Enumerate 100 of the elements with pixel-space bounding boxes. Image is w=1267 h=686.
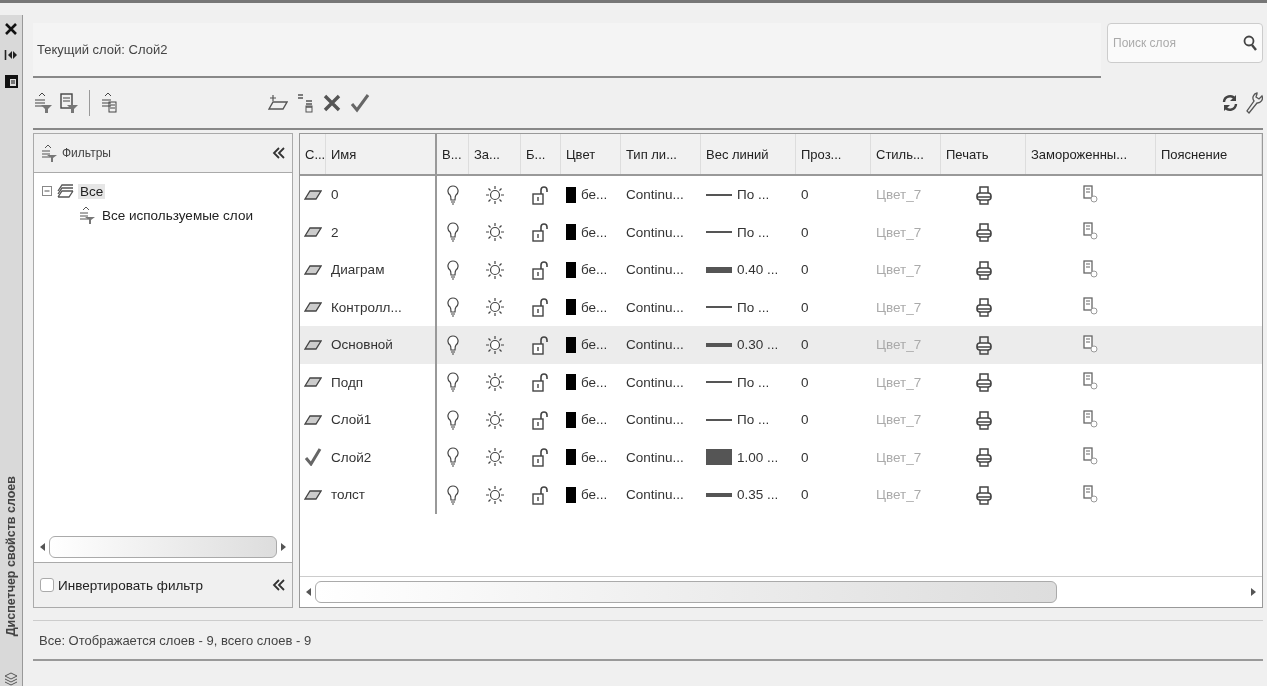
color-swatch[interactable] — [566, 224, 576, 241]
column-header[interactable]: Пояснение — [1156, 134, 1262, 174]
linetype-name[interactable]: Continu... — [621, 326, 701, 364]
collapse-toggle-icon[interactable] — [42, 186, 52, 196]
checkmark-icon[interactable] — [350, 93, 370, 113]
collapse-icon[interactable] — [272, 146, 286, 160]
sheet-sun-icon[interactable] — [1083, 447, 1099, 468]
parallelogram-icon[interactable] — [304, 377, 322, 388]
checkmark-icon[interactable] — [304, 448, 322, 467]
printer-icon[interactable] — [975, 447, 992, 468]
linetype-name[interactable]: Continu... — [621, 251, 701, 289]
color-swatch[interactable] — [566, 261, 576, 278]
tree-item[interactable]: Все используемые слои — [100, 207, 255, 223]
parallelogram-icon[interactable] — [304, 227, 322, 238]
sun-icon[interactable] — [485, 334, 505, 355]
settings-icon[interactable] — [1245, 92, 1263, 114]
horizontal-scrollbar[interactable] — [315, 581, 1057, 603]
sheet-sun-icon[interactable] — [1083, 372, 1099, 393]
lightbulb-icon[interactable] — [447, 409, 459, 430]
parallelogram-icon[interactable] — [304, 189, 322, 200]
sheet-sun-icon[interactable] — [1083, 409, 1099, 430]
sheet-sun-icon[interactable] — [1083, 222, 1099, 243]
lineweight-value[interactable]: По ... — [737, 374, 770, 390]
table-row[interactable]: Подп бе... Continu... По ... 0 Цвет_7 — [300, 363, 1262, 401]
parallelogram-icon[interactable] — [304, 264, 322, 275]
lineweight-value[interactable]: 0.40 ... — [737, 262, 779, 278]
layer-sparkle-icon[interactable] — [268, 94, 288, 112]
printer-icon[interactable] — [975, 222, 992, 243]
lineweight-value[interactable]: По ... — [737, 412, 770, 428]
linetype-name[interactable]: Continu... — [621, 213, 701, 251]
transparency-value[interactable]: 0 — [796, 213, 871, 251]
lightbulb-icon[interactable] — [447, 184, 459, 205]
color-swatch[interactable] — [566, 449, 576, 466]
table-row[interactable]: Слой1 бе... Continu... По ... 0 Цвет_7 — [300, 401, 1262, 439]
collapse-icon[interactable] — [272, 578, 286, 592]
column-header[interactable]: Стиль... — [871, 134, 941, 174]
printer-icon[interactable] — [975, 372, 992, 393]
open-padlock-icon[interactable] — [531, 297, 551, 318]
linetype-name[interactable]: Continu... — [621, 176, 701, 214]
sheet-sun-icon[interactable] — [1083, 259, 1099, 280]
sun-icon[interactable] — [485, 184, 505, 205]
table-row[interactable]: Слой2 бе... Continu... 1.00 ... 0 Цвет_7 — [300, 438, 1262, 476]
transparency-value[interactable]: 0 — [796, 363, 871, 401]
printer-icon[interactable] — [975, 297, 992, 318]
column-header[interactable]: С... — [300, 134, 326, 174]
open-padlock-icon[interactable] — [531, 372, 551, 393]
lightbulb-icon[interactable] — [447, 297, 459, 318]
sun-icon[interactable] — [485, 297, 505, 318]
printer-icon[interactable] — [975, 334, 992, 355]
sheet-sun-icon[interactable] — [1083, 297, 1099, 318]
sun-icon[interactable] — [485, 447, 505, 468]
color-swatch[interactable] — [566, 411, 576, 428]
checkbox[interactable] — [40, 578, 54, 592]
open-padlock-icon[interactable] — [531, 447, 551, 468]
scroll-right-icon[interactable] — [1251, 588, 1256, 596]
sheet-filter-icon[interactable] — [59, 92, 79, 114]
transparency-value[interactable]: 0 — [796, 476, 871, 514]
sun-icon[interactable] — [485, 372, 505, 393]
column-header[interactable]: Замороженны... — [1026, 134, 1156, 174]
layers-filter-icon[interactable] — [33, 92, 53, 114]
printer-icon[interactable] — [975, 409, 992, 430]
linetype-name[interactable]: Continu... — [621, 363, 701, 401]
table-row[interactable]: Диаграм бе... Continu... 0.40 ... 0 Цвет_7 — [300, 251, 1262, 289]
transparency-value[interactable]: 0 — [796, 438, 871, 476]
column-header[interactable]: Вес линий — [701, 134, 796, 174]
transparency-value[interactable]: 0 — [796, 176, 871, 214]
column-header[interactable]: За... — [469, 134, 521, 174]
search-icon[interactable] — [1243, 35, 1257, 51]
scroll-left-icon[interactable] — [306, 588, 311, 596]
lineweight-value[interactable]: 0.30 ... — [737, 337, 779, 353]
transparency-value[interactable]: 0 — [796, 251, 871, 289]
transparency-value[interactable]: 0 — [796, 401, 871, 439]
column-header[interactable]: Имя — [326, 134, 437, 174]
sheet-sun-icon[interactable] — [1083, 334, 1099, 355]
column-header[interactable]: Цвет — [561, 134, 621, 174]
column-header[interactable]: В... — [437, 134, 469, 174]
layer-grid-icon[interactable] — [296, 93, 314, 113]
search-field[interactable]: Поиск слоя — [1107, 23, 1263, 63]
parallelogram-icon[interactable] — [304, 339, 322, 350]
sun-icon[interactable] — [485, 259, 505, 280]
scroll-right-icon[interactable] — [281, 543, 286, 551]
lightbulb-icon[interactable] — [447, 259, 459, 280]
open-padlock-icon[interactable] — [531, 484, 551, 505]
table-row[interactable]: 2 бе... Continu... По ... 0 Цвет_7 — [300, 213, 1262, 251]
linetype-name[interactable]: Continu... — [621, 401, 701, 439]
lineweight-value[interactable]: 0.35 ... — [737, 487, 779, 503]
open-padlock-icon[interactable] — [531, 334, 551, 355]
parallelogram-icon[interactable] — [304, 302, 322, 313]
sun-icon[interactable] — [485, 222, 505, 243]
table-row[interactable]: 0 бе... Continu... По ... 0 Цвет_7 — [300, 176, 1262, 214]
lightbulb-icon[interactable] — [447, 372, 459, 393]
lightbulb-icon[interactable] — [447, 334, 459, 355]
column-header[interactable]: Тип ли... — [621, 134, 701, 174]
color-swatch[interactable] — [566, 299, 576, 316]
linetype-name[interactable]: Continu... — [621, 288, 701, 326]
column-header[interactable]: Б... — [521, 134, 561, 174]
parallelogram-icon[interactable] — [304, 414, 322, 425]
linetype-name[interactable]: Continu... — [621, 438, 701, 476]
open-padlock-icon[interactable] — [531, 409, 551, 430]
lineweight-value[interactable]: По ... — [737, 299, 770, 315]
